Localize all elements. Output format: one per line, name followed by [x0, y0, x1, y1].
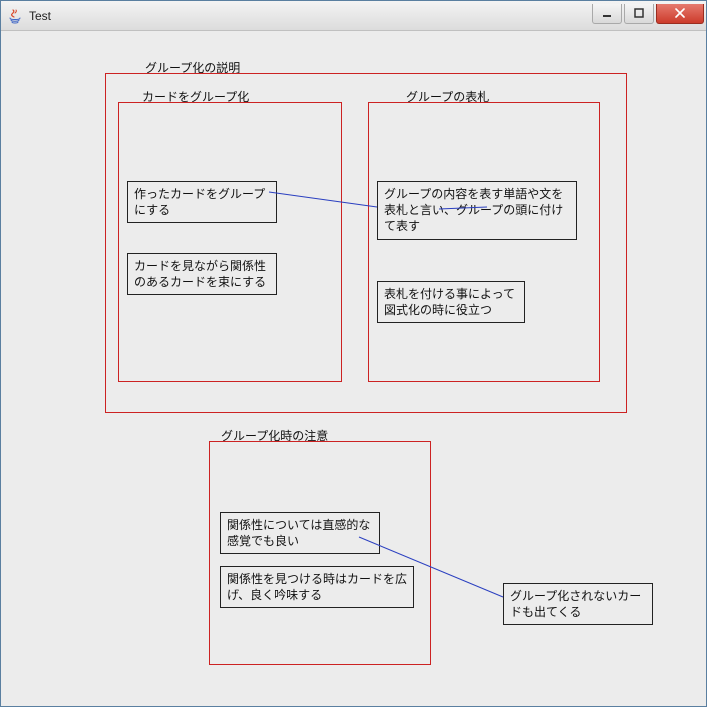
card-a2[interactable]: カードを見ながら関係性のあるカードを束にする: [127, 253, 277, 295]
java-icon: [7, 8, 23, 24]
card-c2[interactable]: 関係性を見つける時はカードを広げ、良く吟味する: [220, 566, 414, 608]
client-area[interactable]: グループ化の説明 カードをグループ化 作ったカードをグループにする カードを見な…: [9, 37, 698, 698]
window-controls: [592, 4, 704, 24]
maximize-button[interactable]: [624, 4, 654, 24]
minimize-button[interactable]: [592, 4, 622, 24]
card-b1[interactable]: グループの内容を表す単語や文を表札と言い、グループの頭に付けて表す: [377, 181, 577, 240]
groupbox-outer[interactable]: カードをグループ化 作ったカードをグループにする カードを見ながら関係性のあるカ…: [105, 73, 627, 413]
groupbox-bottom[interactable]: 関係性については直感的な感覚でも良い 関係性を見つける時はカードを広げ、良く吟味…: [209, 441, 431, 665]
card-c1[interactable]: 関係性については直感的な感覚でも良い: [220, 512, 380, 554]
groupbox-left[interactable]: 作ったカードをグループにする カードを見ながら関係性のあるカードを束にする: [118, 102, 342, 382]
card-a1[interactable]: 作ったカードをグループにする: [127, 181, 277, 223]
groupbox-right[interactable]: グループの内容を表す単語や文を表札と言い、グループの頭に付けて表す 表札を付ける…: [368, 102, 600, 382]
close-button[interactable]: [656, 4, 704, 24]
app-window: Test グループ化の説明 カードをグループ化 作ったカードをグループにする カ…: [0, 0, 707, 707]
card-b2[interactable]: 表札を付ける事によって図式化の時に役立つ: [377, 281, 525, 323]
window-title: Test: [29, 9, 51, 23]
title-bar: Test: [1, 1, 706, 31]
card-d1[interactable]: グループ化されないカードも出てくる: [503, 583, 653, 625]
